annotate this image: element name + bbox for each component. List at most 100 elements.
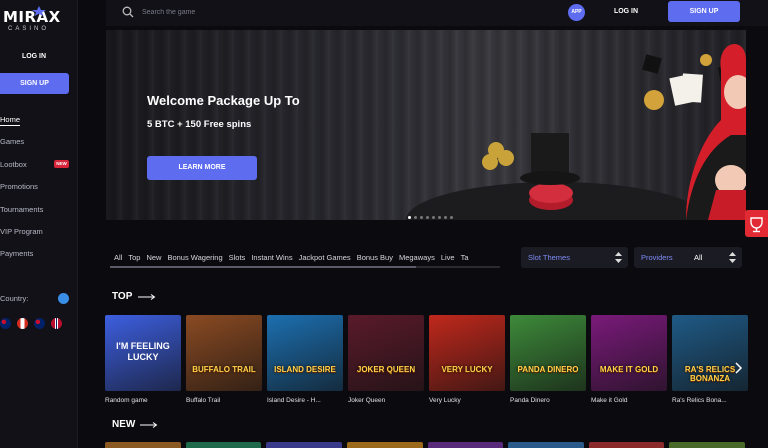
mirax-logo[interactable]: MIRAX CASINO	[0, 6, 78, 38]
carousel-dot[interactable]	[444, 216, 447, 219]
chevron-right-icon[interactable]	[733, 362, 743, 374]
sidebar-item-vip-program[interactable]: VIP Program	[0, 224, 78, 246]
game-card[interactable]	[266, 442, 342, 448]
category-tabs: All Top New Bonus Wagering Slots Instant…	[114, 250, 475, 266]
providers-label: Providers	[641, 253, 673, 262]
flag-ca-icon[interactable]	[17, 318, 28, 329]
game-thumbnail-title: PANDA DINERO	[517, 365, 579, 374]
sidebar-login-button[interactable]: LOG IN	[0, 47, 68, 67]
select-arrows-icon	[729, 252, 736, 263]
section-title-new[interactable]: NEW	[112, 419, 135, 430]
game-card[interactable]	[669, 442, 745, 448]
game-name[interactable]: Joker Queen	[348, 397, 424, 404]
flag-no-icon[interactable]	[51, 318, 62, 329]
tab-instant-wins[interactable]: Instant Wins	[251, 250, 292, 266]
game-card[interactable]: RA'S RELICS BONANZA Ra's Relics Bona...	[672, 315, 748, 404]
game-name[interactable]: Buffalo Trail	[186, 397, 262, 404]
top-bar: APP LOG IN SIGN UP	[106, 0, 768, 26]
sidebar-item-label: Promotions	[0, 182, 38, 192]
tab-megaways[interactable]: Megaways	[399, 250, 435, 266]
promo-banner[interactable]: Welcome Package Up To 5 BTC + 150 Free s…	[106, 30, 746, 220]
tab-live[interactable]: Live	[441, 250, 455, 266]
tab-top[interactable]: Top	[128, 250, 140, 266]
sidebar-item-lootbox[interactable]: Lootbox NEW	[0, 157, 78, 179]
game-thumbnail-title: ISLAND DESIRE	[274, 365, 336, 374]
game-name[interactable]: Panda Dinero	[510, 397, 586, 404]
arrow-right-icon[interactable]	[140, 422, 158, 428]
game-name[interactable]: Ra's Relics Bona...	[672, 397, 748, 404]
game-card[interactable]: BUFFALO TRAIL Buffalo Trail	[186, 315, 262, 404]
game-thumbnail[interactable]: JOKER QUEEN	[348, 315, 424, 391]
app-button[interactable]: APP	[568, 4, 585, 21]
game-thumbnail[interactable]: MAKE IT GOLD	[591, 315, 667, 391]
sidebar-item-tournaments[interactable]: Tournaments	[0, 202, 78, 224]
game-thumbnail[interactable]: ISLAND DESIRE	[267, 315, 343, 391]
header-login-button[interactable]: LOG IN	[606, 5, 646, 19]
tab-slots[interactable]: Slots	[229, 250, 246, 266]
game-card[interactable]	[427, 442, 504, 448]
trophy-widget[interactable]	[745, 210, 768, 237]
game-thumbnail[interactable]: I'M FEELING LUCKY	[105, 315, 181, 391]
learn-more-button[interactable]: LEARN MORE	[147, 156, 257, 180]
game-card[interactable]	[588, 442, 665, 448]
game-card[interactable]: VERY LUCKY Very Lucky	[429, 315, 505, 404]
tab-ta[interactable]: Ta	[461, 250, 469, 266]
tab-bonus-buy[interactable]: Bonus Buy	[357, 250, 393, 266]
game-thumbnail[interactable]: VERY LUCKY	[429, 315, 505, 391]
sidebar-item-home[interactable]: Home	[0, 112, 78, 134]
game-card[interactable]: MAKE IT GOLD Make it Gold	[591, 315, 667, 404]
game-card[interactable]	[105, 442, 181, 448]
game-thumbnail-title: VERY LUCKY	[441, 365, 493, 374]
country-label: Country:	[0, 294, 29, 303]
jester-queen-illustration	[406, 44, 746, 220]
providers-value: All	[694, 253, 703, 262]
arrow-right-icon[interactable]	[138, 294, 156, 300]
game-thumbnail[interactable]: PANDA DINERO	[510, 315, 586, 391]
tab-bonus-wagering[interactable]: Bonus Wagering	[167, 250, 222, 266]
game-thumbnail[interactable]: RA'S RELICS BONANZA	[672, 315, 748, 391]
search-input[interactable]	[142, 5, 362, 20]
banner-subtitle: 5 BTC + 150 Free spins	[147, 119, 252, 130]
search-icon[interactable]	[122, 6, 134, 18]
providers-select[interactable]: Providers All	[634, 247, 742, 268]
game-card[interactable]: PANDA DINERO Panda Dinero	[510, 315, 586, 404]
game-card[interactable]	[508, 442, 584, 448]
new-games-row	[105, 442, 745, 448]
game-thumbnail[interactable]: BUFFALO TRAIL	[186, 315, 262, 391]
carousel-dot[interactable]	[420, 216, 423, 219]
game-name[interactable]: Make it Gold	[591, 397, 667, 404]
carousel-dot[interactable]	[432, 216, 435, 219]
carousel-dot[interactable]	[426, 216, 429, 219]
carousel-dot[interactable]	[450, 216, 453, 219]
game-card[interactable]	[346, 442, 423, 448]
slot-themes-select[interactable]: Slot Themes	[521, 247, 628, 268]
carousel-dot[interactable]	[408, 216, 411, 219]
flag-nz-icon[interactable]	[34, 318, 45, 329]
logo-star-icon	[32, 6, 46, 16]
trophy-icon	[750, 217, 763, 233]
game-card[interactable]: JOKER QUEEN Joker Queen	[348, 315, 424, 404]
flag-au-icon[interactable]	[0, 318, 11, 329]
game-card[interactable]: ISLAND DESIRE Island Desire - H...	[267, 315, 343, 404]
globe-icon[interactable]	[58, 293, 69, 304]
carousel-dot[interactable]	[414, 216, 417, 219]
select-arrows-icon	[615, 252, 622, 263]
tab-all[interactable]: All	[114, 250, 122, 266]
sidebar-item-games[interactable]: Games	[0, 134, 78, 156]
sidebar-signup-button[interactable]: SIGN UP	[0, 73, 69, 94]
game-card[interactable]: I'M FEELING LUCKY Random game	[105, 315, 181, 404]
game-name[interactable]: Island Desire - H...	[267, 397, 343, 404]
sidebar-item-promotions[interactable]: Promotions	[0, 179, 78, 201]
game-card[interactable]	[185, 442, 262, 448]
sidebar-item-label: Home	[0, 115, 21, 124]
section-title-top[interactable]: TOP	[112, 291, 132, 302]
tab-new[interactable]: New	[146, 250, 161, 266]
game-name[interactable]: Random game	[105, 397, 181, 404]
game-name[interactable]: Very Lucky	[429, 397, 505, 404]
sidebar-item-label: Lootbox	[0, 159, 27, 169]
sidebar-item-payments[interactable]: Payments	[0, 246, 78, 268]
tabs-scrollbar-thumb[interactable]	[110, 266, 416, 268]
header-signup-button[interactable]: SIGN UP	[668, 1, 740, 22]
tab-jackpot-games[interactable]: Jackpot Games	[299, 250, 351, 266]
carousel-dot[interactable]	[438, 216, 441, 219]
